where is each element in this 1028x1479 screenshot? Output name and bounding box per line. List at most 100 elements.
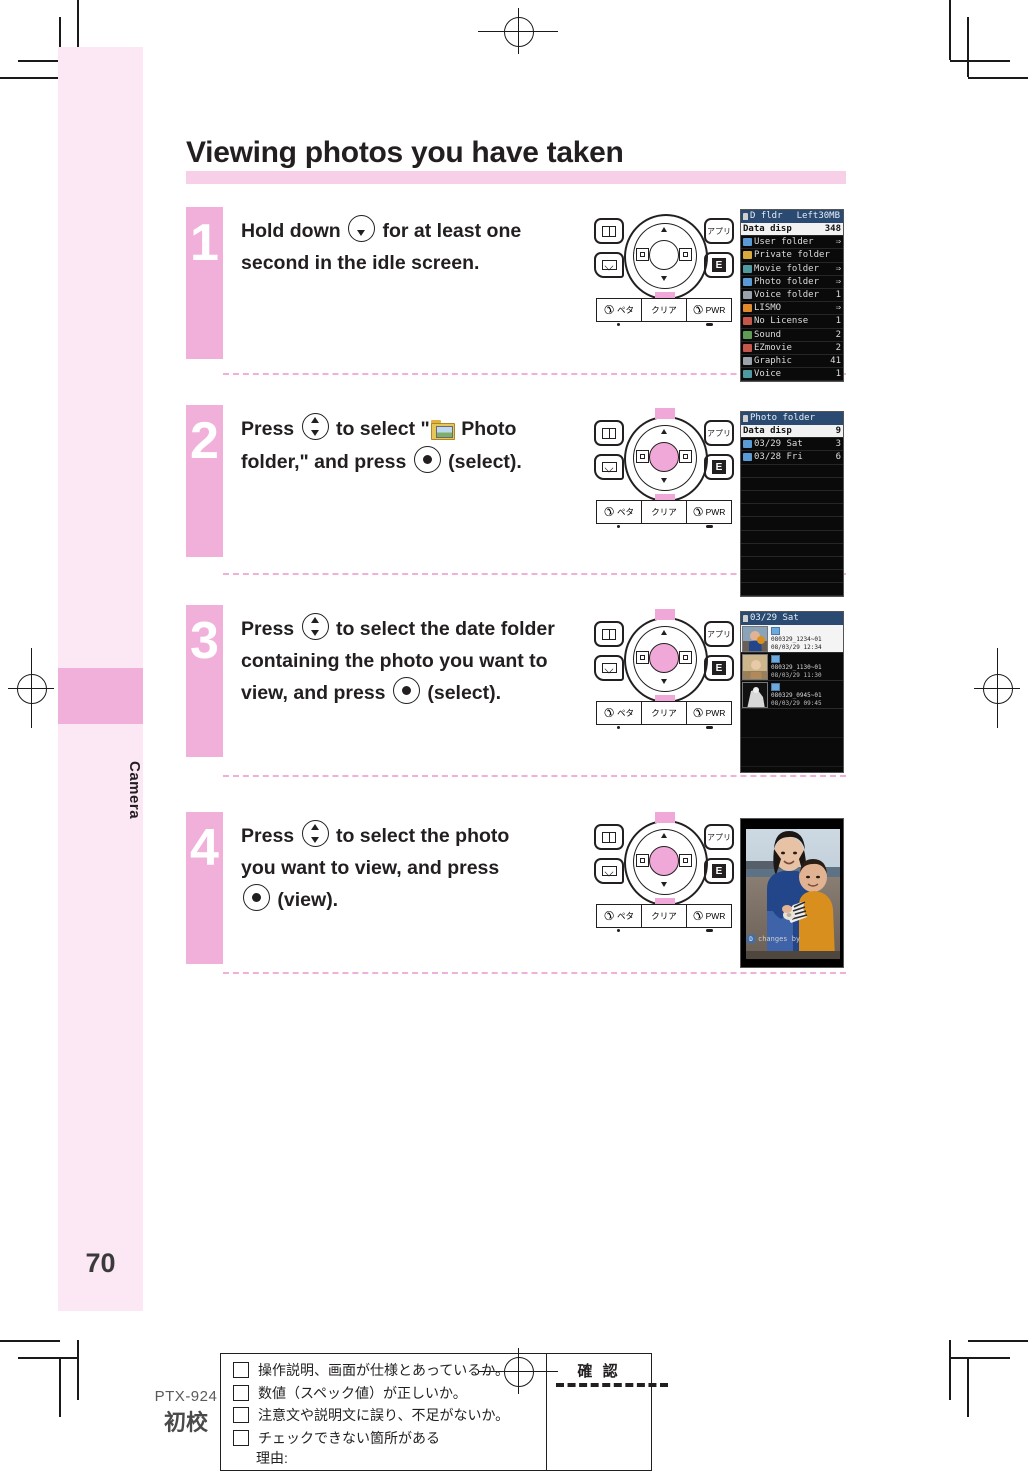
mail-key[interactable] xyxy=(594,655,624,681)
lcd-item-count: ⇒ xyxy=(835,237,841,248)
dpad-up-arrow-icon[interactable] xyxy=(661,833,667,838)
lcd-list-item[interactable]: Voice 1 xyxy=(741,368,843,382)
sidebar-chapter-label: Camera xyxy=(126,760,143,820)
up-down-key-icon xyxy=(301,413,329,440)
dpad-up-arrow-icon[interactable] xyxy=(661,429,667,434)
lcd-list-item[interactable]: 03/28 Fri 6 xyxy=(741,451,843,465)
phonebook-key[interactable] xyxy=(594,218,624,244)
photo-thumbnail-row[interactable]: 080329_1234~01 08/03/29 12:34 xyxy=(741,625,843,653)
clear-key[interactable]: クリア xyxy=(641,701,686,725)
mail-key[interactable] xyxy=(594,858,624,884)
folder-icon xyxy=(743,291,752,300)
lcd-list-item[interactable]: Photo folder ⇒ xyxy=(741,276,843,289)
dpad-down-arrow-icon[interactable] xyxy=(661,679,667,684)
lcd-list-item[interactable]: Voice folder 1 xyxy=(741,289,843,303)
photo-thumbnail-row[interactable]: 080329_1130~01 08/03/29 11:30 xyxy=(741,653,843,681)
lcd-item-count: 2 xyxy=(835,342,841,353)
keypad-bottom-row: ✆ ペタ クリア ✆ PWR xyxy=(596,904,732,928)
proof-check-item[interactable]: チェックできない箇所がある xyxy=(233,1428,546,1448)
lcd-list-item[interactable]: EZmovie 2 xyxy=(741,342,843,355)
phonebook-key[interactable] xyxy=(594,824,624,850)
dpad-center-key[interactable] xyxy=(649,240,679,270)
lcd-list-item[interactable]: User folder ⇒ xyxy=(741,236,843,250)
dpad-down-arrow-icon[interactable] xyxy=(661,478,667,483)
power-key-underbar xyxy=(705,726,713,729)
lcd-list-item[interactable]: Data disp 9 xyxy=(741,425,843,439)
dpad-left-icon[interactable] xyxy=(636,450,649,463)
lcd-item-count: ⇒ xyxy=(835,263,841,274)
app-key[interactable]: アプリ xyxy=(704,420,734,446)
step-1-line2: second in the idle screen. xyxy=(241,251,480,274)
lcd-list-item[interactable]: No License 1 xyxy=(741,315,843,329)
clear-key[interactable]: クリア xyxy=(641,904,686,928)
dpad-center-key[interactable] xyxy=(649,643,679,673)
lcd-list-item[interactable]: Private folder xyxy=(741,249,843,263)
crop-mark-tr-h xyxy=(968,77,1028,79)
power-key-underbar xyxy=(705,929,713,932)
dpad-up-arrow-icon[interactable] xyxy=(661,227,667,232)
call-key[interactable]: ✆ ペタ xyxy=(596,701,641,725)
clear-key[interactable]: クリア xyxy=(641,500,686,524)
photo-thumbnail-row[interactable]: 080329_0945~01 08/03/29 09:45 xyxy=(741,681,843,709)
dpad-up-arrow-icon[interactable] xyxy=(661,630,667,635)
checkbox[interactable] xyxy=(233,1429,249,1446)
app-key[interactable]: アプリ xyxy=(704,824,734,850)
power-key[interactable]: ✆ PWR xyxy=(686,298,732,322)
proof-check-item[interactable]: 操作説明、画面が仕様とあっているか。 xyxy=(233,1360,546,1380)
step-3-line1-b: to select the date folder xyxy=(335,618,555,640)
folder-icon xyxy=(743,440,752,449)
dpad-center-key[interactable] xyxy=(649,846,679,876)
proof-stage: 初校 xyxy=(163,1409,208,1435)
registration-mark-right xyxy=(974,648,1020,728)
call-key[interactable]: ✆ ペタ xyxy=(596,298,641,322)
lcd-title-bar-1: D fldr Left30MB xyxy=(741,210,843,223)
app-key[interactable]: アプリ xyxy=(704,621,734,647)
keypad-diagram-step-1: アプリ E ✆ ペタ クリア ✆ PWR xyxy=(594,212,734,326)
power-key[interactable]: ✆ PWR xyxy=(686,500,732,524)
proof-check-item[interactable]: 注意文や説明文に誤り、不足がないか。 xyxy=(233,1405,546,1425)
lcd-list-item[interactable]: Data disp 348 xyxy=(741,223,843,237)
checkbox[interactable] xyxy=(233,1407,249,1423)
checkbox[interactable] xyxy=(233,1384,249,1401)
ez-key[interactable]: E xyxy=(704,454,734,480)
phonebook-key[interactable] xyxy=(594,420,624,446)
power-key[interactable]: ✆ PWR xyxy=(686,701,732,725)
ez-key[interactable]: E xyxy=(704,655,734,681)
dpad-down-arrow-icon[interactable] xyxy=(661,276,667,281)
proof-check-item[interactable]: 数値（スペック値）が正しいか。 xyxy=(233,1383,546,1403)
dpad-up-highlight xyxy=(655,812,675,823)
ez-key[interactable]: E xyxy=(704,252,734,278)
dpad-left-icon[interactable] xyxy=(636,854,649,867)
dpad-left-icon[interactable] xyxy=(636,248,649,261)
lcd-empty-row xyxy=(741,570,843,584)
lcd-list-item[interactable]: LISMO ⇒ xyxy=(741,302,843,316)
proof-check-label: 数値（スペック値）が正しいか。 xyxy=(258,1384,467,1401)
checkbox[interactable] xyxy=(233,1362,249,1378)
step-4-text: Press to select the photo you want to vi… xyxy=(241,820,601,917)
lcd-item-label: Voice xyxy=(754,369,782,380)
dpad-center-key[interactable] xyxy=(649,442,679,472)
dpad-right-icon[interactable] xyxy=(679,854,692,867)
dpad-down-arrow-icon[interactable] xyxy=(661,882,667,887)
power-key[interactable]: ✆ PWR xyxy=(686,904,732,928)
lcd-item-count: 6 xyxy=(835,452,841,463)
proof-check-label: 操作説明、画面が仕様とあっているか。 xyxy=(258,1362,510,1378)
dpad-left-icon[interactable] xyxy=(636,651,649,664)
phonebook-key[interactable] xyxy=(594,621,624,647)
lcd-list-item[interactable]: Sound 2 xyxy=(741,329,843,342)
call-key[interactable]: ✆ ペタ xyxy=(596,904,641,928)
end-call-icon: ✆ xyxy=(692,909,703,923)
mail-key[interactable] xyxy=(594,252,624,278)
dpad-right-icon[interactable] xyxy=(679,248,692,261)
mail-key[interactable] xyxy=(594,454,624,480)
app-key[interactable]: アプリ xyxy=(704,218,734,244)
lcd-list-item[interactable]: Graphic 41 xyxy=(741,355,843,369)
dpad-right-icon[interactable] xyxy=(679,450,692,463)
lcd-list-item[interactable]: Movie folder ⇒ xyxy=(741,263,843,276)
ez-key[interactable]: E xyxy=(704,858,734,884)
clear-key[interactable]: クリア xyxy=(641,298,686,322)
power-key-label: PWR xyxy=(705,911,726,921)
dpad-right-icon[interactable] xyxy=(679,651,692,664)
lcd-list-item[interactable]: 03/29 Sat 3 xyxy=(741,438,843,452)
call-key[interactable]: ✆ ペタ xyxy=(596,500,641,524)
